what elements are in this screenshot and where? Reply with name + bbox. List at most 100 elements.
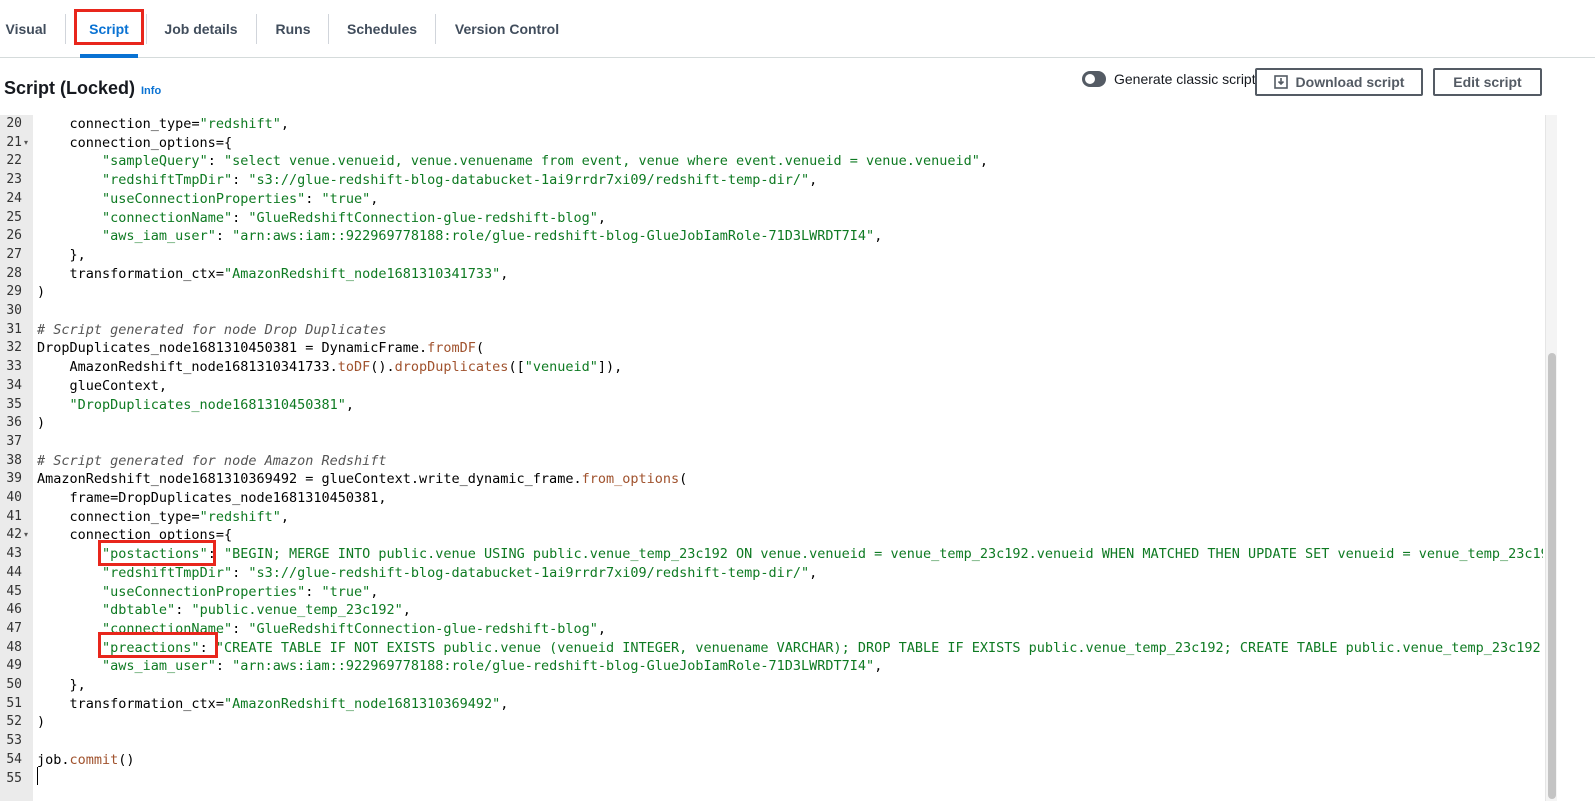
code-line: "useConnectionProperties": "true",: [102, 190, 379, 207]
line-number: 21: [6, 134, 22, 150]
line-number: 22: [6, 153, 22, 169]
code-line: frame=DropDuplicates_node1681310450381,: [37, 490, 387, 506]
line-number: 34: [6, 377, 22, 393]
line-number: 37: [6, 433, 22, 449]
line-number: 48: [6, 639, 22, 655]
tab-schedules[interactable]: Schedules: [334, 0, 430, 58]
line-number: 25: [6, 209, 22, 225]
code-line: "aws_iam_user": "arn:aws:iam::9229697781…: [102, 228, 883, 245]
text-cursor: [37, 767, 38, 785]
toggle-knob: [1085, 74, 1095, 84]
code-line: },: [37, 677, 86, 693]
tab-divider: [146, 14, 147, 44]
line-number: 41: [6, 508, 22, 524]
line-number: 40: [6, 490, 22, 505]
line-number: 49: [6, 658, 22, 674]
code-line: # Script generated for node Amazon Redsh…: [37, 452, 387, 469]
code-line: "redshiftTmpDir": "s3://glue-redshift-bl…: [102, 564, 818, 581]
line-number: 31: [6, 321, 22, 337]
line-number: 20: [6, 116, 22, 131]
line-number: 23: [6, 172, 22, 188]
line-number: 53: [6, 733, 22, 749]
download-script-button[interactable]: Download script: [1255, 68, 1423, 96]
line-number: 26: [6, 228, 22, 244]
code-line: "postactions": "BEGIN; MERGE INTO public…: [102, 546, 1543, 563]
line-number: 32: [6, 340, 22, 356]
tab-visual[interactable]: Visual: [0, 0, 52, 58]
tab-divider: [435, 14, 436, 44]
code-line: ): [37, 415, 46, 432]
code-line: "connectionName": "GlueRedshiftConnectio…: [102, 620, 606, 637]
line-number: 27: [6, 246, 22, 262]
line-number: 52: [6, 714, 22, 730]
tab-bar: Visual Script Job details Runs Schedules…: [0, 0, 1595, 58]
download-script-label: Download script: [1295, 74, 1405, 90]
generate-classic-script-label: Generate classic script.: [1114, 71, 1260, 87]
line-number: 30: [6, 303, 22, 318]
tab-version-control[interactable]: Version Control: [440, 0, 574, 58]
fold-arrow-icon[interactable]: ▾: [24, 134, 32, 153]
code-line: "aws_iam_user": "arn:aws:iam::9229697781…: [102, 658, 883, 675]
code-line: transformation_ctx="AmazonRedshift_node1…: [37, 695, 509, 712]
line-number: 44: [6, 564, 22, 580]
line-number: 50: [6, 677, 22, 692]
line-number: 33: [6, 359, 22, 375]
line-number-gutter: 20 21 ▾ 22 23 24 25 26 27 28 29 30 31 32 33 34 35 36 37 38 3…: [0, 115, 33, 801]
line-number: 38: [6, 452, 22, 468]
code-line: "dbtable": "public.venue_temp_23c192",: [102, 602, 411, 619]
code-line: AmazonRedshift_node1681310341733.toDF().…: [37, 359, 623, 376]
line-number: 39: [6, 471, 22, 487]
code-line: "DropDuplicates_node1681310450381",: [69, 396, 354, 413]
code-line: ): [37, 714, 46, 731]
editor-scrollbar[interactable]: [1545, 115, 1557, 801]
code-line: "preactions": "CREATE TABLE IF NOT EXIST…: [102, 639, 1541, 656]
code-line: "redshiftTmpDir": "s3://glue-redshift-bl…: [102, 172, 818, 189]
line-number: 29: [6, 284, 22, 300]
line-number: 28: [6, 265, 22, 281]
code-content[interactable]: connection_type="redshift", connection_o…: [33, 115, 1543, 801]
line-number: 46: [6, 602, 22, 618]
tab-job-details[interactable]: Job details: [150, 0, 252, 58]
line-number: 45: [6, 583, 22, 599]
code-line: connection_type="redshift",: [37, 508, 290, 525]
fold-arrow-icon[interactable]: ▾: [24, 526, 32, 545]
code-line: ): [37, 284, 46, 301]
code-editor[interactable]: 20 21 ▾ 22 23 24 25 26 27 28 29 30 31 32 33 34 35 36 37 38 3…: [0, 115, 1595, 801]
line-number: 42: [6, 527, 22, 543]
tab-divider: [65, 14, 66, 44]
line-number: 54: [6, 751, 22, 767]
info-link[interactable]: Info: [141, 85, 161, 97]
code-line: AmazonRedshift_node1681310369492 = glueC…: [37, 471, 688, 488]
page-title: Script (Locked): [4, 78, 136, 98]
line-number: 24: [6, 190, 22, 206]
code-line: # Script generated for node Drop Duplica…: [37, 321, 387, 338]
code-line: job.commit(): [37, 751, 135, 768]
edit-script-button[interactable]: Edit script: [1433, 68, 1542, 96]
download-icon: [1273, 75, 1288, 89]
code-line: glueContext,: [37, 377, 168, 394]
line-number: 35: [6, 396, 22, 412]
code-line: connection_options={: [37, 134, 233, 151]
tab-divider: [256, 14, 257, 44]
generate-classic-script-toggle[interactable]: [1082, 71, 1106, 87]
code-line: "connectionName": "GlueRedshiftConnectio…: [102, 209, 606, 226]
scrollbar-thumb[interactable]: [1548, 353, 1556, 799]
tab-script[interactable]: Script: [74, 0, 144, 58]
code-line: },: [37, 246, 86, 263]
line-number: 55: [6, 770, 22, 786]
code-line: transformation_ctx="AmazonRedshift_node1…: [37, 265, 509, 282]
tab-divider: [328, 14, 329, 44]
line-number: 36: [6, 415, 22, 431]
code-line: "useConnectionProperties": "true",: [102, 583, 379, 600]
edit-script-label: Edit script: [1453, 74, 1522, 90]
code-line: connection_type="redshift",: [37, 116, 290, 132]
line-number: 43: [6, 546, 22, 562]
code-line: "sampleQuery": "select venue.venueid, ve…: [102, 153, 988, 170]
code-line: connection_options={: [37, 527, 233, 544]
tab-runs[interactable]: Runs: [262, 0, 324, 58]
line-number: 47: [6, 620, 22, 636]
